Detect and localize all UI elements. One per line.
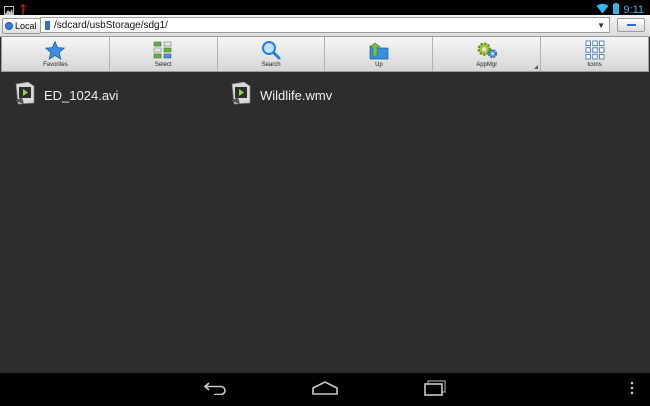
- icons-view-button[interactable]: Icons: [541, 37, 648, 71]
- video-file-icon: [14, 81, 36, 110]
- icons-label: Icons: [587, 62, 602, 68]
- file-name: ED_1024.avi: [44, 87, 119, 103]
- menu-icon: [630, 381, 634, 400]
- select-grid-icon: [152, 40, 174, 60]
- favorites-button[interactable]: Favorites: [2, 37, 110, 71]
- location-label: Local: [15, 21, 37, 31]
- recents-button[interactable]: [415, 378, 455, 402]
- star-icon: [44, 40, 66, 60]
- toolbar: Favorites Select Search Up AppMgr Icons: [1, 36, 649, 72]
- back-icon: [203, 381, 228, 400]
- search-button[interactable]: Search: [218, 37, 326, 71]
- select-label: Select: [154, 62, 172, 68]
- minus-icon: [626, 24, 636, 26]
- file-list: ED_1024.avi Wildlife.wmv: [0, 72, 650, 372]
- path-bar: Local /sdcard/usbStorage/sdg1/ ▼: [0, 15, 650, 37]
- recents-icon: [423, 379, 447, 401]
- gears-icon: [476, 40, 498, 60]
- path-text: /sdcard/usbStorage/sdg1/: [54, 19, 168, 31]
- up-button[interactable]: Up: [325, 37, 434, 71]
- search-label: Search: [261, 62, 281, 68]
- back-button[interactable]: [196, 378, 236, 402]
- favorites-label: Favorites: [43, 62, 68, 68]
- submenu-indicator-icon: [534, 65, 539, 69]
- dropdown-arrow-icon[interactable]: ▼: [597, 21, 605, 30]
- file-item[interactable]: ED_1024.avi: [14, 81, 119, 110]
- status-bar: 9:11: [0, 0, 650, 16]
- up-label: Up: [375, 62, 383, 68]
- menu-button[interactable]: [612, 378, 650, 402]
- appmgr-label: AppMgr: [476, 62, 498, 68]
- file-item[interactable]: Wildlife.wmv: [230, 81, 333, 110]
- video-file-icon: [230, 81, 252, 110]
- appmgr-button[interactable]: AppMgr: [433, 37, 542, 71]
- navigation-bar: [0, 373, 650, 406]
- location-button[interactable]: Local: [2, 18, 41, 34]
- magnifier-icon: [260, 40, 282, 60]
- home-button[interactable]: [305, 378, 345, 402]
- sdcard-icon: [45, 20, 50, 30]
- select-button[interactable]: Select: [110, 37, 218, 71]
- globe-icon: [5, 22, 13, 30]
- icon-grid-icon: [584, 40, 606, 60]
- home-icon: [312, 380, 338, 400]
- folder-up-icon: [368, 40, 390, 60]
- path-input[interactable]: /sdcard/usbStorage/sdg1/ ▼: [40, 17, 610, 33]
- file-name: Wildlife.wmv: [260, 87, 333, 103]
- collapse-button[interactable]: [617, 18, 645, 32]
